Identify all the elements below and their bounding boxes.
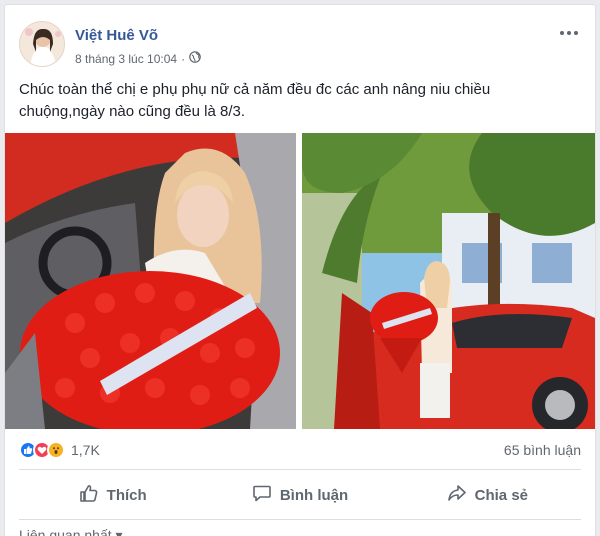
more-options-icon[interactable]: [557, 25, 581, 41]
author-name[interactable]: Việt Huê Võ: [75, 27, 158, 44]
photo-girl-with-bouquet-beside-red-car[interactable]: [302, 133, 595, 429]
reaction-summary[interactable]: 1,7K: [19, 441, 100, 459]
thumbs-up-icon: [79, 483, 99, 507]
comment-button[interactable]: Bình luận: [206, 473, 393, 517]
reaction-count[interactable]: 1,7K: [71, 442, 100, 458]
wow-reaction-icon: [47, 441, 65, 459]
post-timestamp[interactable]: 8 tháng 3 lúc 10:04: [75, 52, 177, 66]
share-arrow-icon: [447, 483, 467, 507]
comment-icon: [252, 483, 272, 507]
share-button[interactable]: Chia sẻ: [394, 473, 581, 517]
like-label: Thích: [106, 486, 147, 504]
post-meta: 8 tháng 3 lúc 10:04 ·: [75, 51, 201, 66]
stats-divider: [19, 469, 581, 470]
comment-label: Bình luận: [279, 486, 349, 504]
photo-grid: [5, 133, 595, 429]
comment-sort-dropdown[interactable]: Liên quan nhất ▾: [19, 527, 123, 536]
comment-sort-label: Liên quan nhất: [19, 527, 112, 536]
actions-divider: [19, 519, 581, 520]
share-label: Chia sẻ: [474, 486, 528, 504]
like-button[interactable]: Thích: [19, 473, 206, 517]
post-card: Việt Huê Võ 8 tháng 3 lúc 10:04 · Chúc t…: [4, 4, 596, 536]
chevron-down-icon: ▾: [115, 527, 123, 536]
separator-dot: ·: [181, 51, 186, 66]
post-text: Chúc toàn thể chị e phụ phụ nữ cả năm đề…: [19, 81, 491, 120]
comments-count[interactable]: 65 bình luận: [504, 442, 581, 458]
action-bar: Thích Bình luận Chia sẻ: [19, 473, 581, 517]
post-stats: 1,7K 65 bình luận: [19, 437, 581, 463]
photo-girl-in-car-with-rose-bouquet[interactable]: [5, 133, 296, 429]
post-header: Việt Huê Võ 8 tháng 3 lúc 10:04 ·: [19, 21, 581, 73]
globe-icon[interactable]: [189, 51, 201, 66]
avatar[interactable]: [19, 21, 65, 67]
